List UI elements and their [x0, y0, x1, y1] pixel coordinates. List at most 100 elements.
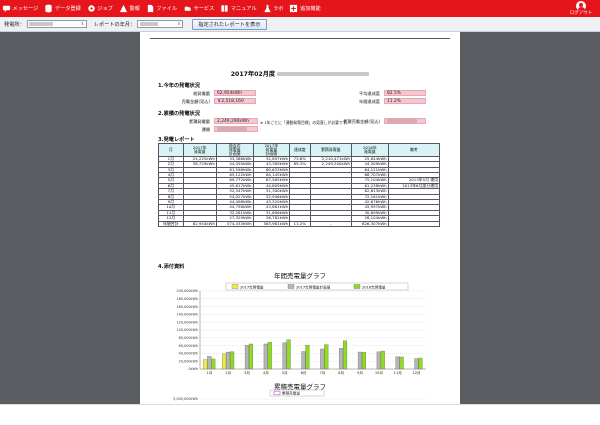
bar: [286, 339, 291, 370]
nav-item-messages[interactable]: メッセージ: [0, 0, 40, 17]
bar: [305, 344, 310, 370]
section-4-title: 4.添付資料: [158, 264, 185, 270]
cum-sales-value: [384, 118, 426, 124]
legend-label: 2016年発電量: [362, 284, 386, 289]
y-tick-label: 20,000kWh: [179, 359, 198, 363]
redacted-value: [387, 119, 417, 123]
report-month-select[interactable]: ⬍: [137, 20, 184, 28]
gen-value: 62,954kWh: [214, 90, 256, 96]
bar: [248, 343, 253, 370]
year-value: 11.2%: [384, 98, 426, 104]
table-header-cell: 2017年 発電量: [182, 143, 217, 157]
cum-label: 累積発電量: [189, 119, 210, 124]
gear-icon: [87, 4, 96, 13]
nav-item-jobs[interactable]: ジョブ: [85, 0, 115, 17]
table-row: 年間合計 62,954kWh 574,433kWh 563,961kWh 11.2% -6…: [158, 220, 441, 228]
avg-label: 平均達成度: [359, 91, 380, 96]
file-icon: [146, 4, 155, 13]
bar: [267, 342, 272, 370]
logout-link[interactable]: ログアウト: [565, 11, 597, 16]
x-tick-label: 5月: [282, 370, 288, 375]
bar: [263, 343, 268, 370]
bar: [343, 340, 348, 370]
report-month-label: レポートの年月：: [93, 21, 136, 28]
bar: [282, 342, 287, 370]
nav-item-files[interactable]: ファイル: [144, 0, 179, 17]
table-header-row: 月 2017年 発電量 過去の 発電量 計画値 2017年 発電量 計画値 達成度 累積発…: [158, 143, 441, 157]
y-tick-label: 200,000kWh: [177, 289, 199, 293]
y-tick-label: 0kWh: [188, 367, 198, 371]
redacted-value: [29, 22, 54, 26]
y-tick-label: 120,000kWh: [177, 320, 199, 324]
table-cell: 62,954kWh: [182, 220, 217, 228]
y-tick-label: 80,000kWh: [179, 336, 198, 340]
nav-label: ジョブ: [97, 6, 113, 12]
legend-label: 2017年発電量計画値: [296, 284, 331, 289]
bar: [324, 344, 329, 370]
nav-label: メッセージ: [12, 6, 39, 12]
cumulative-chart: 累積売電量5,000,000kWh4,500,000kWh4,000,000kW…: [173, 389, 426, 401]
bar: [301, 351, 306, 370]
generation-table: 月 2017年 発電量 過去の 発電量 計画値 2017年 発電量 計画値 達成度 累積発…: [158, 143, 441, 228]
avatar: [576, 1, 586, 11]
top-nav: メッセージ データ登録 ジョブ 警報 ファイル サービス マニュアル ラボ 追加…: [0, 0, 600, 17]
plant-select[interactable]: ⬍: [26, 20, 87, 28]
sales-value: ￥2,518,160: [214, 98, 256, 104]
nav-item-services[interactable]: サービス: [181, 0, 216, 17]
x-tick-label: 9月: [357, 370, 363, 375]
nav-item-addons[interactable]: 追加機能: [287, 0, 322, 17]
bar: [380, 350, 385, 370]
table-header-cell: 2016年 発電量: [351, 143, 389, 157]
x-tick-label: 4月: [263, 370, 269, 375]
legend-swatch: [273, 390, 281, 396]
nav-item-manual[interactable]: マニュアル: [218, 0, 258, 17]
x-tick-label: 7月: [319, 370, 325, 375]
bar: [222, 353, 227, 370]
database-icon: [44, 4, 53, 13]
y-tick-label: 140,000kWh: [177, 313, 199, 317]
book-icon: [220, 4, 229, 13]
bar: [357, 351, 362, 370]
cum-value: 2,249,290kWh: [214, 118, 258, 124]
year-label: 年間達成度: [359, 99, 380, 104]
gen-label: 総発電量: [193, 91, 210, 96]
table-header-cell: 過去の 発電量 計画値: [215, 143, 254, 157]
flask-icon: [263, 4, 272, 13]
days-label: 運開: [201, 127, 210, 132]
y-tick-label: 40,000kWh: [179, 352, 198, 356]
table-cell: 11.2%: [289, 220, 311, 228]
table-header-cell: 2017年 発電量 計画値: [252, 143, 291, 157]
legend-label: 2017年発電量: [240, 284, 264, 289]
bar: [414, 358, 419, 370]
nav-label: ファイル: [156, 6, 178, 12]
section-3-title: 3.発電レポート: [158, 137, 195, 143]
redacted-value: [139, 22, 158, 26]
bar: [339, 348, 344, 370]
legend-swatch: [353, 284, 361, 289]
table-header-cell: 累積発電量: [309, 143, 353, 157]
alarm-icon: [119, 4, 128, 13]
filter-bar: 発電所： ⬍ レポートの年月： ⬍ 指定されたレポートを表示: [0, 17, 600, 32]
report-viewer[interactable]: 2017年02月度 1.今年の発電状況 総発電量 62,954kWh 売電金額(…: [0, 32, 600, 404]
table-cell: -: [309, 220, 353, 228]
cum-note: ※ 1年ごとに「連動発電目標」の見直しが必要です。: [260, 120, 350, 125]
nav-item-alarm[interactable]: 警報: [117, 0, 142, 17]
table-cell: [387, 220, 441, 228]
chevron-down-icon: ⬍: [80, 21, 85, 27]
y-tick-label: 160,000kWh: [177, 305, 199, 309]
x-tick-label: 2月: [225, 370, 231, 375]
plus-box-icon: [289, 4, 298, 13]
nav-label: マニュアル: [230, 6, 257, 12]
legend-swatch: [287, 284, 295, 289]
avg-value: 82.5%: [384, 90, 426, 96]
nav-label: 追加機能: [299, 6, 321, 12]
table-cell: 574,433kWh: [215, 220, 254, 228]
days-value: [214, 126, 258, 132]
show-report-button[interactable]: 指定されたレポートを表示: [192, 18, 267, 30]
redacted-value: [217, 127, 247, 131]
nav-item-lab[interactable]: ラボ: [261, 0, 286, 17]
user-menu[interactable]: ログアウト: [565, 0, 597, 17]
x-tick-label: 1月: [206, 370, 212, 375]
nav-item-data[interactable]: データ登録: [42, 0, 82, 17]
bar: [226, 351, 231, 370]
